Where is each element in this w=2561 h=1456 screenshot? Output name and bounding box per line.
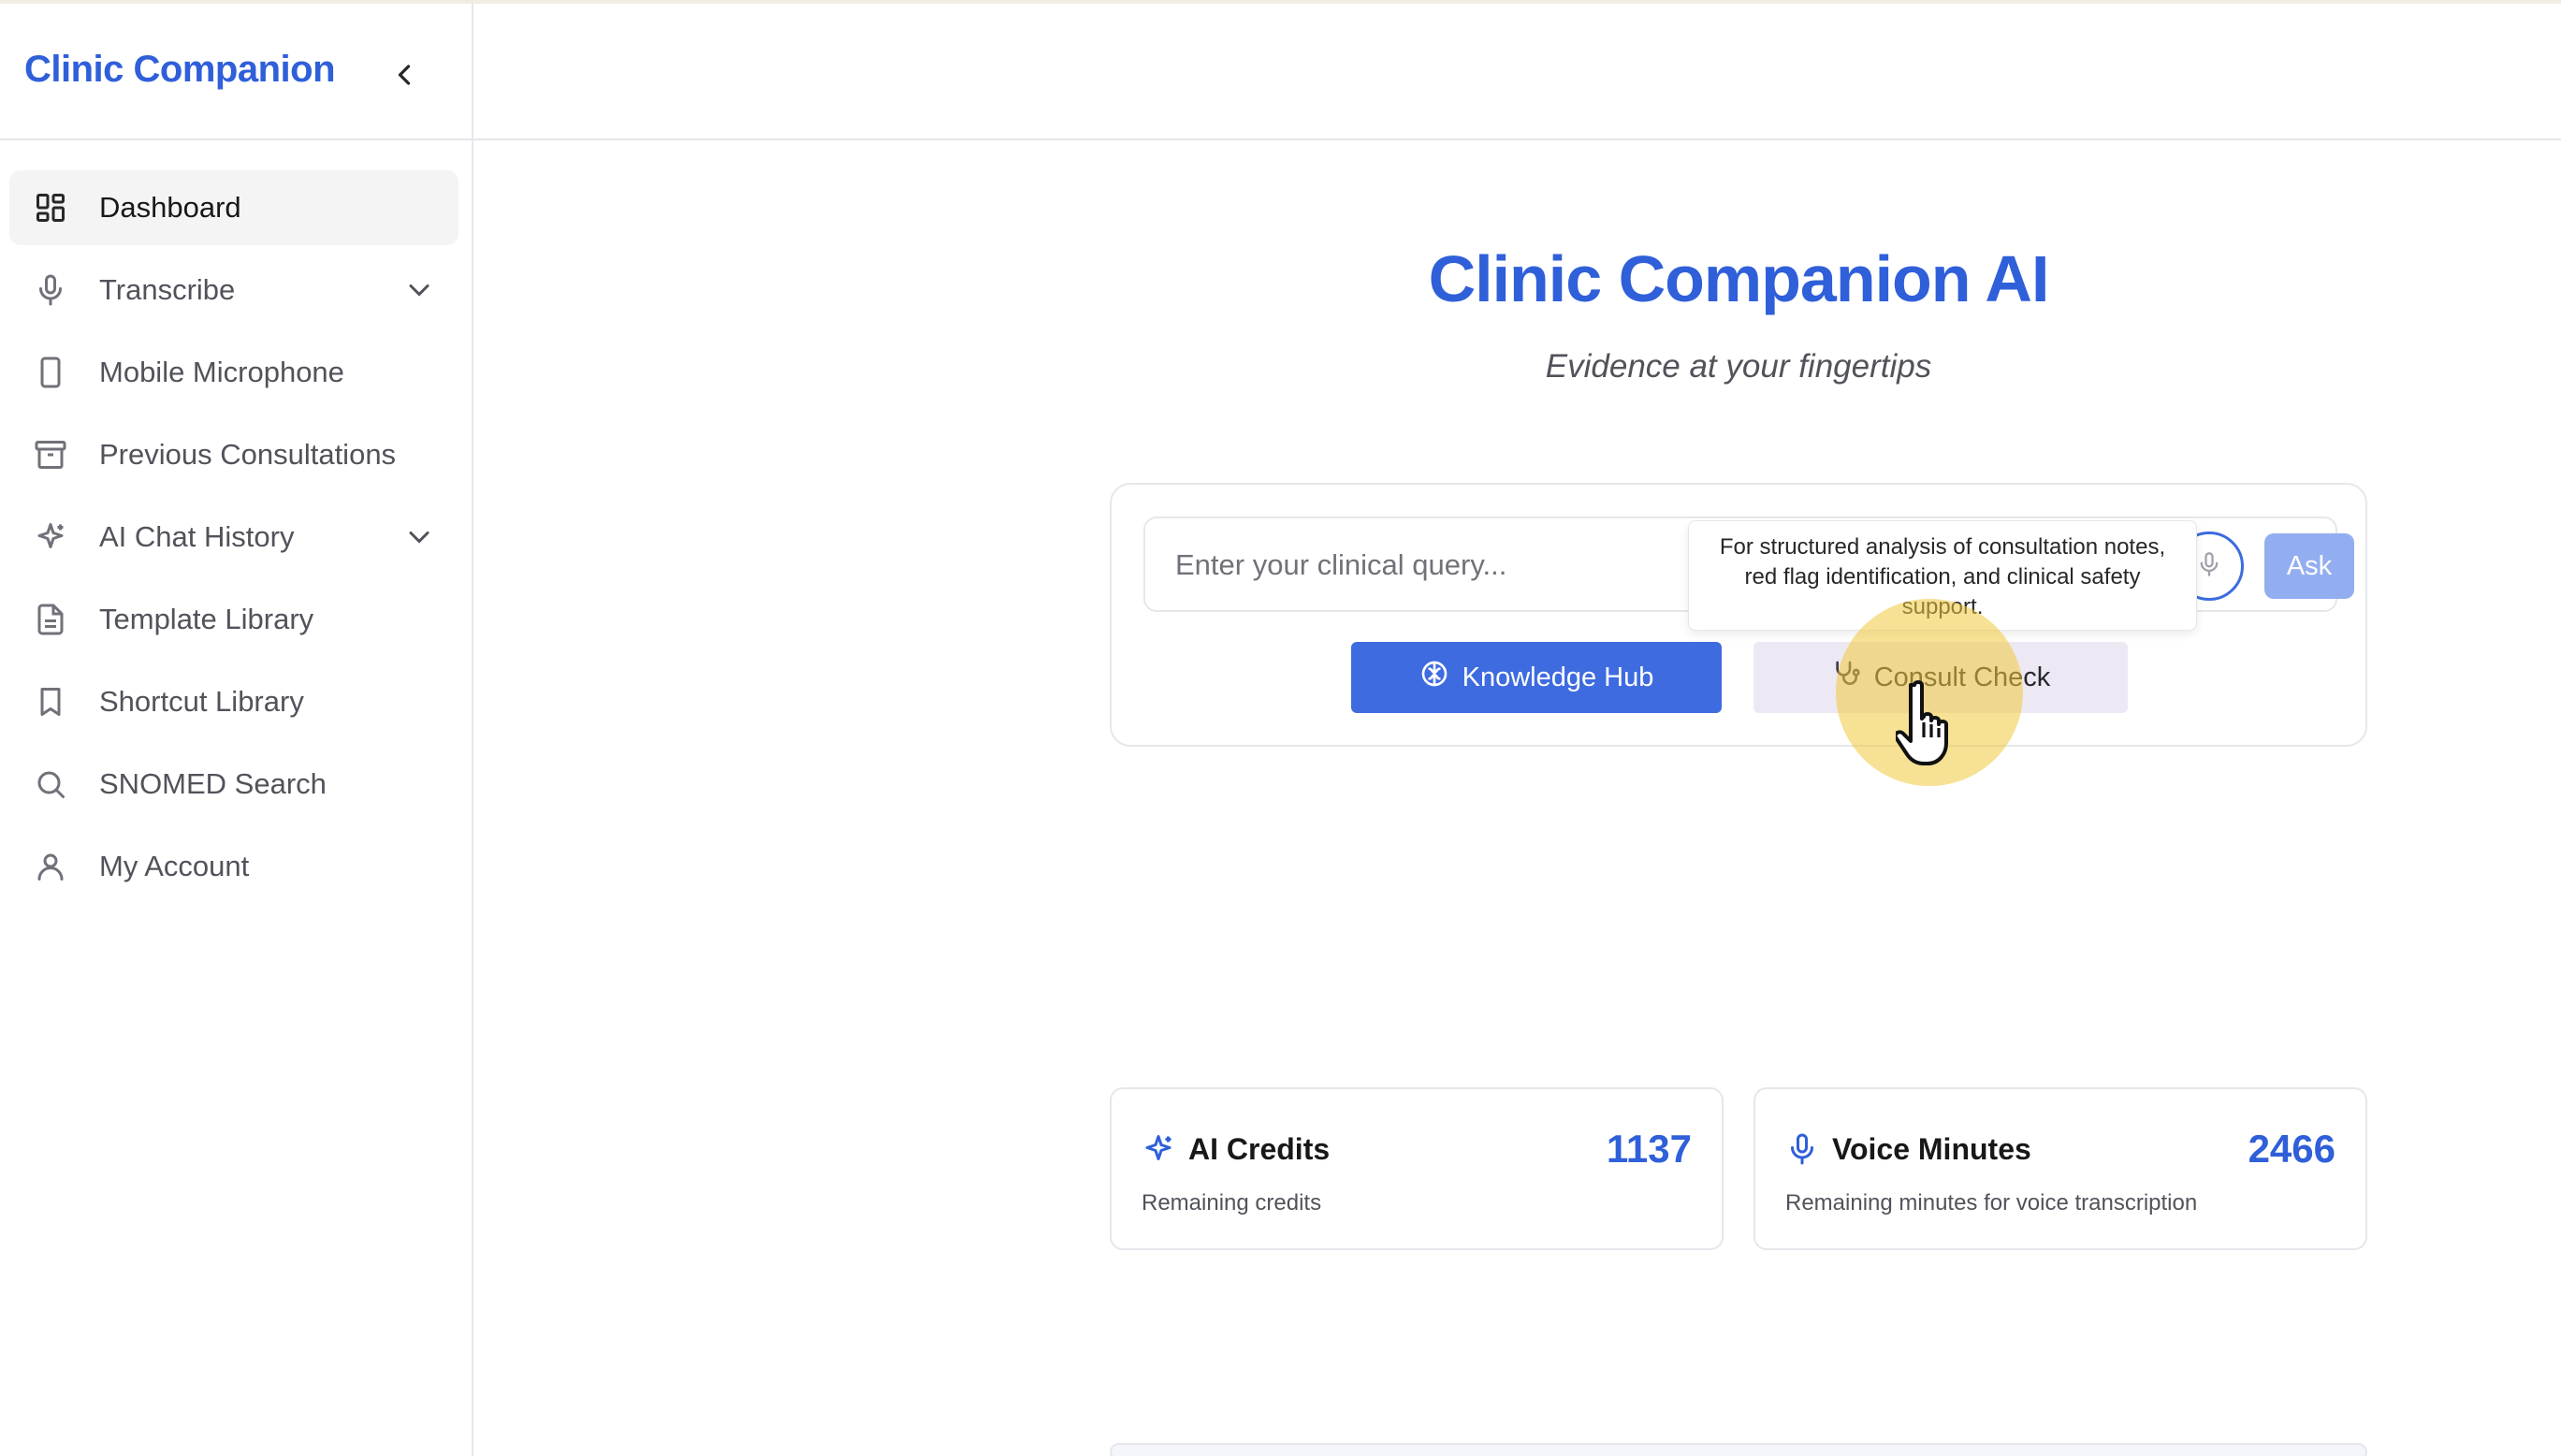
search-icon [32, 765, 69, 803]
knowledge-hub-label: Knowledge Hub [1462, 662, 1654, 692]
sidebar-item-previous-consultations[interactable]: Previous Consultations [9, 417, 458, 492]
sidebar-item-label: Transcribe [99, 273, 236, 306]
sidebar-item-label: Mobile Microphone [99, 356, 344, 388]
ai-credits-description: Remaining credits [1142, 1190, 1322, 1216]
sidebar-item-label: SNOMED Search [99, 767, 327, 800]
dashboard-grid-icon [32, 189, 69, 226]
sidebar-item-dashboard[interactable]: Dashboard [9, 170, 458, 245]
chevron-down-icon[interactable] [402, 273, 436, 307]
brand-title[interactable]: Clinic Companion [24, 49, 336, 91]
sidebar-item-label: AI Chat History [99, 520, 295, 553]
brain-icon [1419, 659, 1449, 696]
collapse-sidebar-icon[interactable] [387, 58, 421, 92]
header-divider [473, 138, 2561, 140]
sidebar-item-ai-chat-history[interactable]: AI Chat History [9, 500, 458, 575]
microphone-icon [1785, 1132, 1819, 1166]
sidebar-item-transcribe[interactable]: Transcribe [9, 253, 458, 328]
sidebar-item-snomed-search[interactable]: SNOMED Search [9, 747, 458, 822]
sparkles-icon [32, 518, 69, 556]
ai-credits-title: AI Credits [1188, 1132, 1331, 1166]
chevron-down-icon[interactable] [402, 520, 436, 554]
voice-minutes-card: Voice Minutes 2466 Remaining minutes for… [1753, 1087, 2367, 1250]
sidebar-item-shortcut-library[interactable]: Shortcut Library [9, 664, 458, 739]
pointer-hand-icon [1893, 677, 1961, 767]
page-title: Clinic Companion AI [1428, 242, 2050, 315]
bottom-card-edge [1110, 1443, 2367, 1456]
archive-icon [32, 436, 69, 473]
sidebar: Clinic Companion Dashboard Transcribe Mo… [0, 4, 473, 1456]
ask-button[interactable]: Ask [2264, 533, 2354, 599]
voice-minutes-value: 2466 [2248, 1127, 2335, 1171]
sidebar-header-divider [0, 138, 473, 140]
sparkles-icon [1142, 1132, 1175, 1166]
microphone-icon [2196, 551, 2222, 582]
document-icon [32, 601, 69, 638]
sidebar-item-mobile-microphone[interactable]: Mobile Microphone [9, 335, 458, 410]
query-placeholder: Enter your clinical query... [1175, 548, 1507, 581]
sidebar-item-label: Template Library [99, 603, 314, 635]
user-icon [32, 848, 69, 885]
sidebar-item-label: Dashboard [99, 191, 241, 224]
sidebar-item-label: My Account [99, 850, 250, 882]
ai-credits-card: AI Credits 1137 Remaining credits [1110, 1087, 1724, 1250]
sidebar-nav: Dashboard Transcribe Mobile Microphone P… [9, 170, 458, 911]
smartphone-icon [32, 354, 69, 391]
microphone-icon [32, 271, 69, 309]
ai-credits-value: 1137 [1606, 1127, 1692, 1171]
sidebar-item-my-account[interactable]: My Account [9, 829, 458, 904]
voice-minutes-description: Remaining minutes for voice transcriptio… [1785, 1190, 2198, 1216]
sidebar-item-template-library[interactable]: Template Library [9, 582, 458, 657]
sidebar-item-label: Previous Consultations [99, 438, 397, 471]
sidebar-item-label: Shortcut Library [99, 685, 304, 718]
knowledge-hub-button[interactable]: Knowledge Hub [1351, 642, 1722, 713]
page-subtitle: Evidence at your fingertips [1545, 348, 1932, 385]
bookmark-icon [32, 683, 69, 721]
voice-minutes-title: Voice Minutes [1832, 1132, 2031, 1166]
